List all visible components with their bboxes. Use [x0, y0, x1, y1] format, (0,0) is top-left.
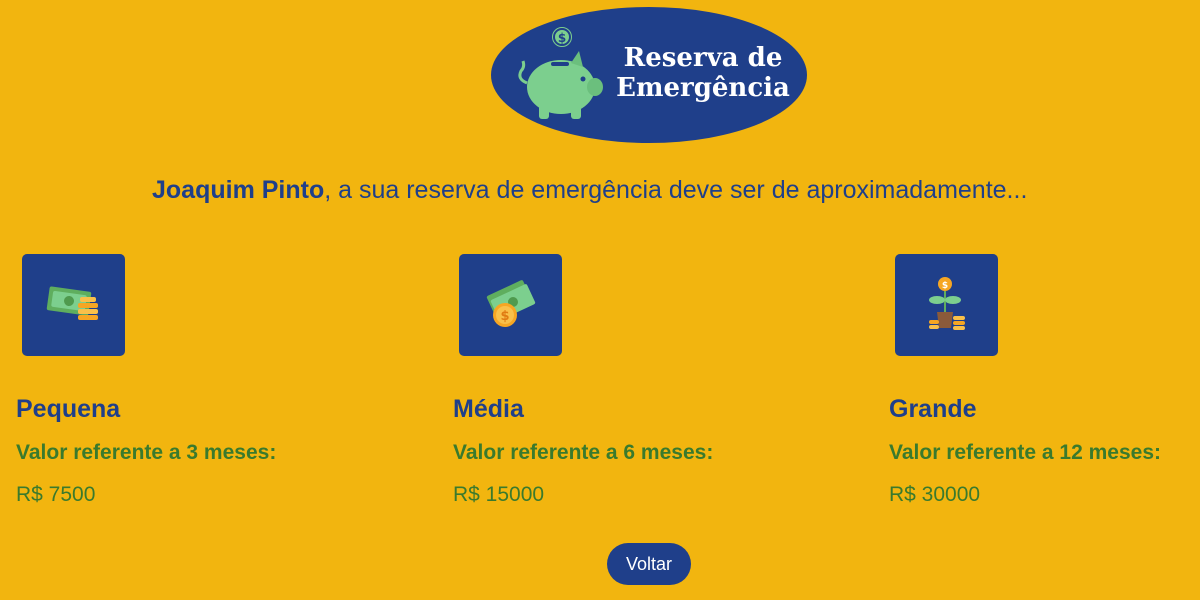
cash-coins-icon — [46, 286, 98, 320]
card-title: Média — [453, 395, 524, 423]
card-value: R$ 30000 — [889, 483, 981, 506]
svg-text:$: $ — [941, 281, 947, 291]
card-subtitle: Valor referente a 12 meses: — [889, 441, 1161, 464]
card-subtitle: Valor referente a 6 meses: — [453, 441, 714, 464]
card-title: Grande — [889, 395, 977, 423]
money-plant-icon: $ — [928, 277, 965, 330]
user-name: Joaquim Pinto — [152, 176, 325, 204]
piggy-bank-icon: $ — [518, 25, 603, 119]
card-value: R$ 15000 — [453, 483, 545, 506]
reserve-card-small: Pequena Valor referente a 3 meses: R$ 75… — [16, 254, 346, 508]
card-title: Pequena — [16, 395, 121, 423]
card-icon-box — [22, 254, 125, 356]
headline-text: , a sua reserva de emergência deve ser d… — [324, 176, 1028, 204]
card-value: R$ 7500 — [16, 483, 96, 506]
svg-text:$: $ — [500, 309, 509, 324]
reserve-card-large: $ Grande Valor referente a 12 meses: R$ … — [889, 254, 1200, 508]
result-headline: Joaquim Pinto, a sua reserva de emergênc… — [152, 176, 1027, 205]
logo-title-line2: Emergência — [616, 73, 790, 103]
reserve-card-medium: $ Média Valor referente a 6 meses: R$ 15… — [453, 254, 783, 508]
back-button[interactable]: Voltar — [607, 543, 691, 585]
card-icon-box: $ — [459, 254, 562, 356]
logo-title-line1: Reserva de — [623, 43, 783, 73]
card-icon-box: $ — [895, 254, 998, 356]
money-coin-icon: $ — [486, 280, 535, 327]
logo-title: Reserva de Emergência — [613, 43, 793, 103]
card-subtitle: Valor referente a 3 meses: — [16, 441, 277, 464]
logo: $ Reserva de Emergência — [491, 7, 807, 143]
svg-text:$: $ — [558, 31, 566, 45]
page: $ Reserva de Emergência Joaquim Pinto, a… — [0, 0, 1200, 600]
